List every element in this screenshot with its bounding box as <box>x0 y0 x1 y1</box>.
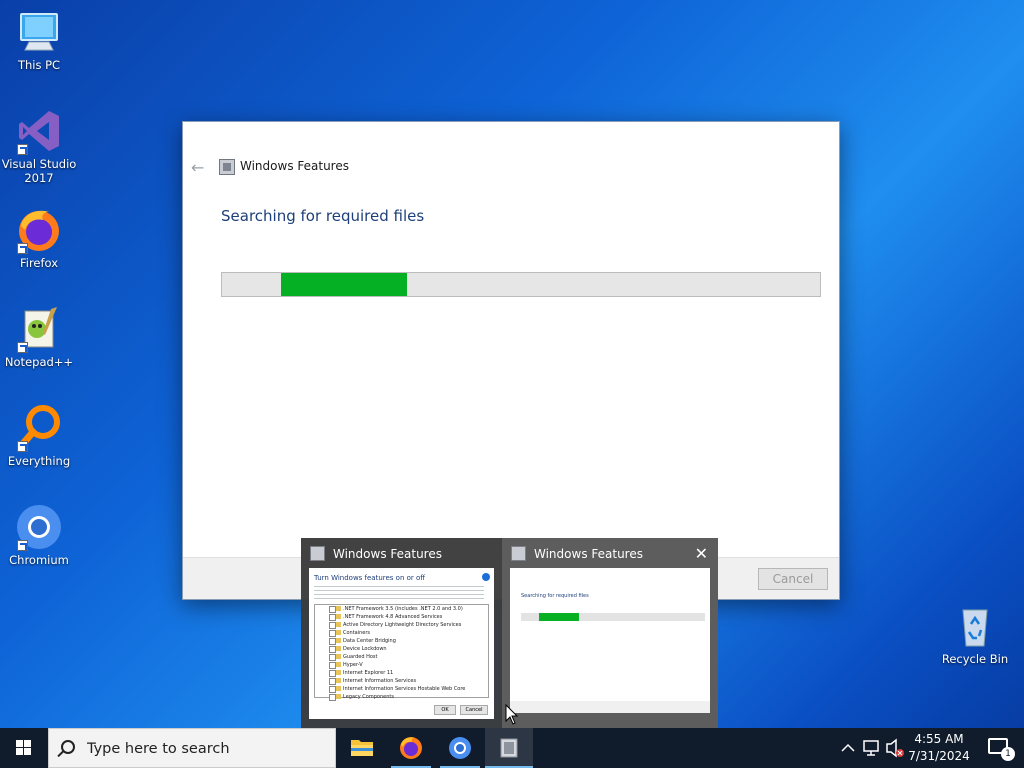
desktop-icon-recycle-bin[interactable]: Recycle Bin <box>937 602 1013 666</box>
shortcut-arrow-icon <box>17 243 28 254</box>
action-center-button[interactable]: 1 <box>988 738 1015 761</box>
shortcut-arrow-icon <box>17 540 28 551</box>
desktop-icon-label: Notepad++ <box>4 355 74 369</box>
file-explorer-icon <box>351 740 373 756</box>
windows-features-icon <box>219 159 235 175</box>
list-item: Legacy Components <box>315 693 488 701</box>
cancel-button[interactable]: Cancel <box>758 568 828 590</box>
shortcut-arrow-icon <box>17 441 28 452</box>
preview-cancel-button: Cancel <box>460 705 488 715</box>
dialog-title: Windows Features <box>240 159 349 173</box>
help-icon <box>482 573 490 581</box>
recycle-bin-icon <box>951 602 999 650</box>
windows-features-icon <box>310 546 325 561</box>
chevron-up-icon <box>841 743 855 752</box>
preview-progress-fill <box>539 613 579 621</box>
search-input[interactable] <box>87 738 327 760</box>
everything-search-icon <box>15 404 63 452</box>
desktop-icon-label: This PC <box>17 58 61 72</box>
firefox-icon <box>15 206 63 254</box>
list-item: Device Lockdown <box>315 645 488 653</box>
taskbar-chromium[interactable] <box>436 728 484 768</box>
desktop-icon-label: Visual Studio 2017 <box>1 157 77 185</box>
desktop-icon-label: Recycle Bin <box>941 652 1009 666</box>
feature-list: .NET Framework 3.5 (includes .NET 2.0 an… <box>314 604 489 701</box>
list-item: Active Directory Lightweight Directory S… <box>315 621 488 629</box>
preview-description <box>314 586 484 600</box>
clock-date: 7/31/2024 <box>908 749 970 763</box>
desktop-icon-label: Everything <box>7 454 71 468</box>
taskbar-clock[interactable]: 4:55 AM 7/31/2024 <box>899 731 979 765</box>
windows-logo-icon <box>16 740 31 755</box>
windows-features-icon <box>511 546 526 561</box>
desktop-icon-firefox[interactable]: Firefox <box>1 206 77 270</box>
preview-progress-bar <box>521 613 705 621</box>
list-item: .NET Framework 4.8 Advanced Services <box>315 613 488 621</box>
taskbar: 4:55 AM 7/31/2024 1 <box>0 728 1024 768</box>
thumbnail-preview: Searching for required files <box>510 568 710 713</box>
list-item: Data Center Bridging <box>315 637 488 645</box>
shortcut-arrow-icon <box>17 144 28 155</box>
desktop-icon-everything[interactable]: Everything <box>1 404 77 468</box>
list-item: Guarded Host <box>315 653 488 661</box>
clock-time: 4:55 AM <box>914 732 964 746</box>
search-icon <box>61 740 75 754</box>
windows-features-icon <box>500 738 518 758</box>
preview-heading: Searching for required files <box>521 593 589 599</box>
taskbar-thumbnail-popup: Windows Features Turn Windows features o… <box>301 538 718 728</box>
thumbnail-title: Windows Features <box>333 547 442 561</box>
list-item: Containers <box>315 629 488 637</box>
preview-title: Turn Windows features on or off <box>314 574 426 582</box>
show-hidden-icons-button[interactable] <box>838 728 858 768</box>
start-button[interactable] <box>0 728 48 768</box>
preview-ok-button: OK <box>434 705 456 715</box>
firefox-icon <box>400 737 422 759</box>
network-icon <box>863 740 879 756</box>
list-item: Internet Information Services Hostable W… <box>315 685 488 693</box>
desktop-icon-label: Firefox <box>19 256 59 270</box>
taskbar-search-box[interactable] <box>48 728 336 768</box>
back-arrow-icon[interactable]: ← <box>191 158 204 177</box>
desktop-icon-visual-studio[interactable]: Visual Studio 2017 <box>1 107 77 185</box>
list-item: Hyper-V <box>315 661 488 669</box>
close-icon[interactable]: ✕ <box>695 544 708 563</box>
status-heading: Searching for required files <box>221 207 425 225</box>
mouse-cursor-icon <box>505 704 519 725</box>
list-item: .NET Framework 3.5 (includes .NET 2.0 an… <box>315 605 488 613</box>
desktop-icon-notepadpp[interactable]: Notepad++ <box>1 305 77 369</box>
notification-count-badge: 1 <box>1001 747 1015 761</box>
chromium-icon <box>449 737 471 759</box>
thumbnail-windows-features-progress[interactable]: Windows Features ✕ Searching for require… <box>502 538 718 728</box>
progress-fill <box>280 273 408 296</box>
chromium-icon <box>15 503 63 551</box>
taskbar-firefox[interactable] <box>387 728 435 768</box>
taskbar-file-explorer[interactable] <box>338 728 386 768</box>
thumbnail-preview: Turn Windows features on or off .NET Fra… <box>309 568 494 719</box>
progress-bar <box>221 272 821 297</box>
list-item: Internet Information Services <box>315 677 488 685</box>
desktop-icon-label: Chromium <box>9 553 69 567</box>
visual-studio-icon <box>15 107 63 155</box>
notepadpp-icon <box>15 305 63 353</box>
thumbnail-title: Windows Features <box>534 547 643 561</box>
taskbar-windows-features[interactable] <box>485 728 533 768</box>
computer-icon <box>15 8 63 56</box>
desktop-icon-chromium[interactable]: Chromium <box>1 503 77 567</box>
network-tray-button[interactable] <box>860 728 882 768</box>
preview-footer <box>510 701 710 713</box>
windows-features-dialog: ← Windows Features Searching for require… <box>182 121 840 600</box>
shortcut-arrow-icon <box>17 342 28 353</box>
desktop-icon-this-pc[interactable]: This PC <box>1 8 77 72</box>
thumbnail-windows-features-list[interactable]: Windows Features Turn Windows features o… <box>301 538 502 728</box>
list-item: Internet Explorer 11 <box>315 669 488 677</box>
